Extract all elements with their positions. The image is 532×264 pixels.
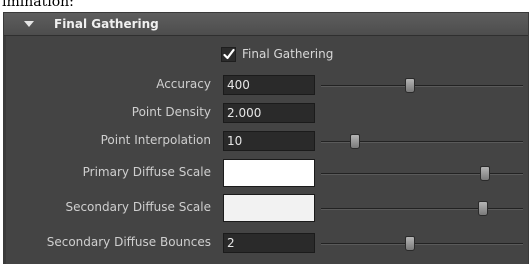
primary-diffuse-scale-swatch[interactable]	[223, 159, 315, 187]
point-density-field[interactable]: 2.000	[223, 103, 315, 123]
final-gathering-checkbox-label: Final Gathering	[242, 47, 334, 61]
point-density-label: Point Density	[131, 105, 211, 119]
checkmark-icon	[223, 48, 235, 60]
primary-diffuse-scale-label: Primary Diffuse Scale	[82, 165, 211, 179]
secondary-diffuse-scale-label: Secondary Diffuse Scale	[65, 200, 211, 214]
secondary-diffuse-scale-swatch[interactable]	[223, 194, 315, 222]
point-interpolation-label: Point Interpolation	[100, 133, 211, 147]
section-body: Final Gathering Accuracy 400 Point Densi…	[4, 36, 528, 264]
triangle-down-icon[interactable]	[24, 21, 34, 27]
document-caption: imination:	[0, 0, 532, 12]
accuracy-label: Accuracy	[156, 77, 211, 91]
section-header[interactable]: Final Gathering	[4, 13, 528, 36]
secondary-diffuse-scale-slider-track[interactable]	[321, 208, 523, 210]
accuracy-slider-thumb[interactable]	[405, 78, 416, 93]
caption-text: imination:	[2, 0, 74, 10]
secondary-diffuse-bounces-slider-thumb[interactable]	[405, 236, 416, 251]
final-gathering-panel: Final Gathering Final Gathering Accuracy…	[3, 12, 529, 264]
primary-diffuse-scale-slider-track[interactable]	[321, 173, 523, 175]
section-title: Final Gathering	[54, 17, 159, 31]
secondary-diffuse-bounces-label: Secondary Diffuse Bounces	[46, 235, 211, 249]
secondary-diffuse-bounces-slider-track[interactable]	[321, 243, 523, 245]
secondary-diffuse-bounces-field[interactable]: 2	[223, 233, 315, 253]
accuracy-field[interactable]: 400	[223, 75, 315, 95]
point-interpolation-slider-thumb[interactable]	[349, 134, 360, 149]
final-gathering-checkbox[interactable]	[221, 47, 236, 62]
accuracy-slider-track[interactable]	[321, 85, 523, 87]
point-interpolation-field[interactable]: 10	[223, 131, 315, 151]
primary-diffuse-scale-slider-thumb[interactable]	[480, 166, 491, 181]
secondary-diffuse-scale-slider-thumb[interactable]	[478, 201, 489, 216]
